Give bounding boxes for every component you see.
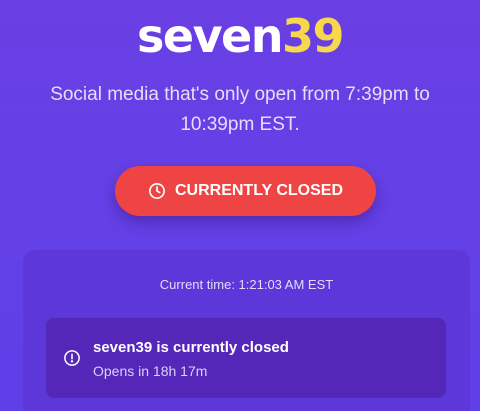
notice-subtitle: Opens in 18h 17m xyxy=(93,363,208,379)
tagline: Social media that's only open from 7:39p… xyxy=(50,84,430,135)
logo-text-seven: seven xyxy=(136,9,284,63)
closed-notice: seven39 is currently closed Opens in 18h… xyxy=(46,318,446,398)
status-panel: Current time: 1:21:03 AM EST seven39 is … xyxy=(23,250,470,411)
logo: seven39 xyxy=(0,6,480,66)
info-circle-icon xyxy=(63,349,81,367)
currently-closed-label: CURRENTLY CLOSED xyxy=(174,182,344,199)
clock-icon xyxy=(148,182,166,200)
notice-title: seven39 is currently closed xyxy=(93,339,289,356)
logo-text-39: 39 xyxy=(282,9,345,63)
current-time: Current time: 1:21:03 AM EST xyxy=(159,277,334,292)
currently-closed-button[interactable]: CURRENTLY CLOSED xyxy=(115,166,376,216)
